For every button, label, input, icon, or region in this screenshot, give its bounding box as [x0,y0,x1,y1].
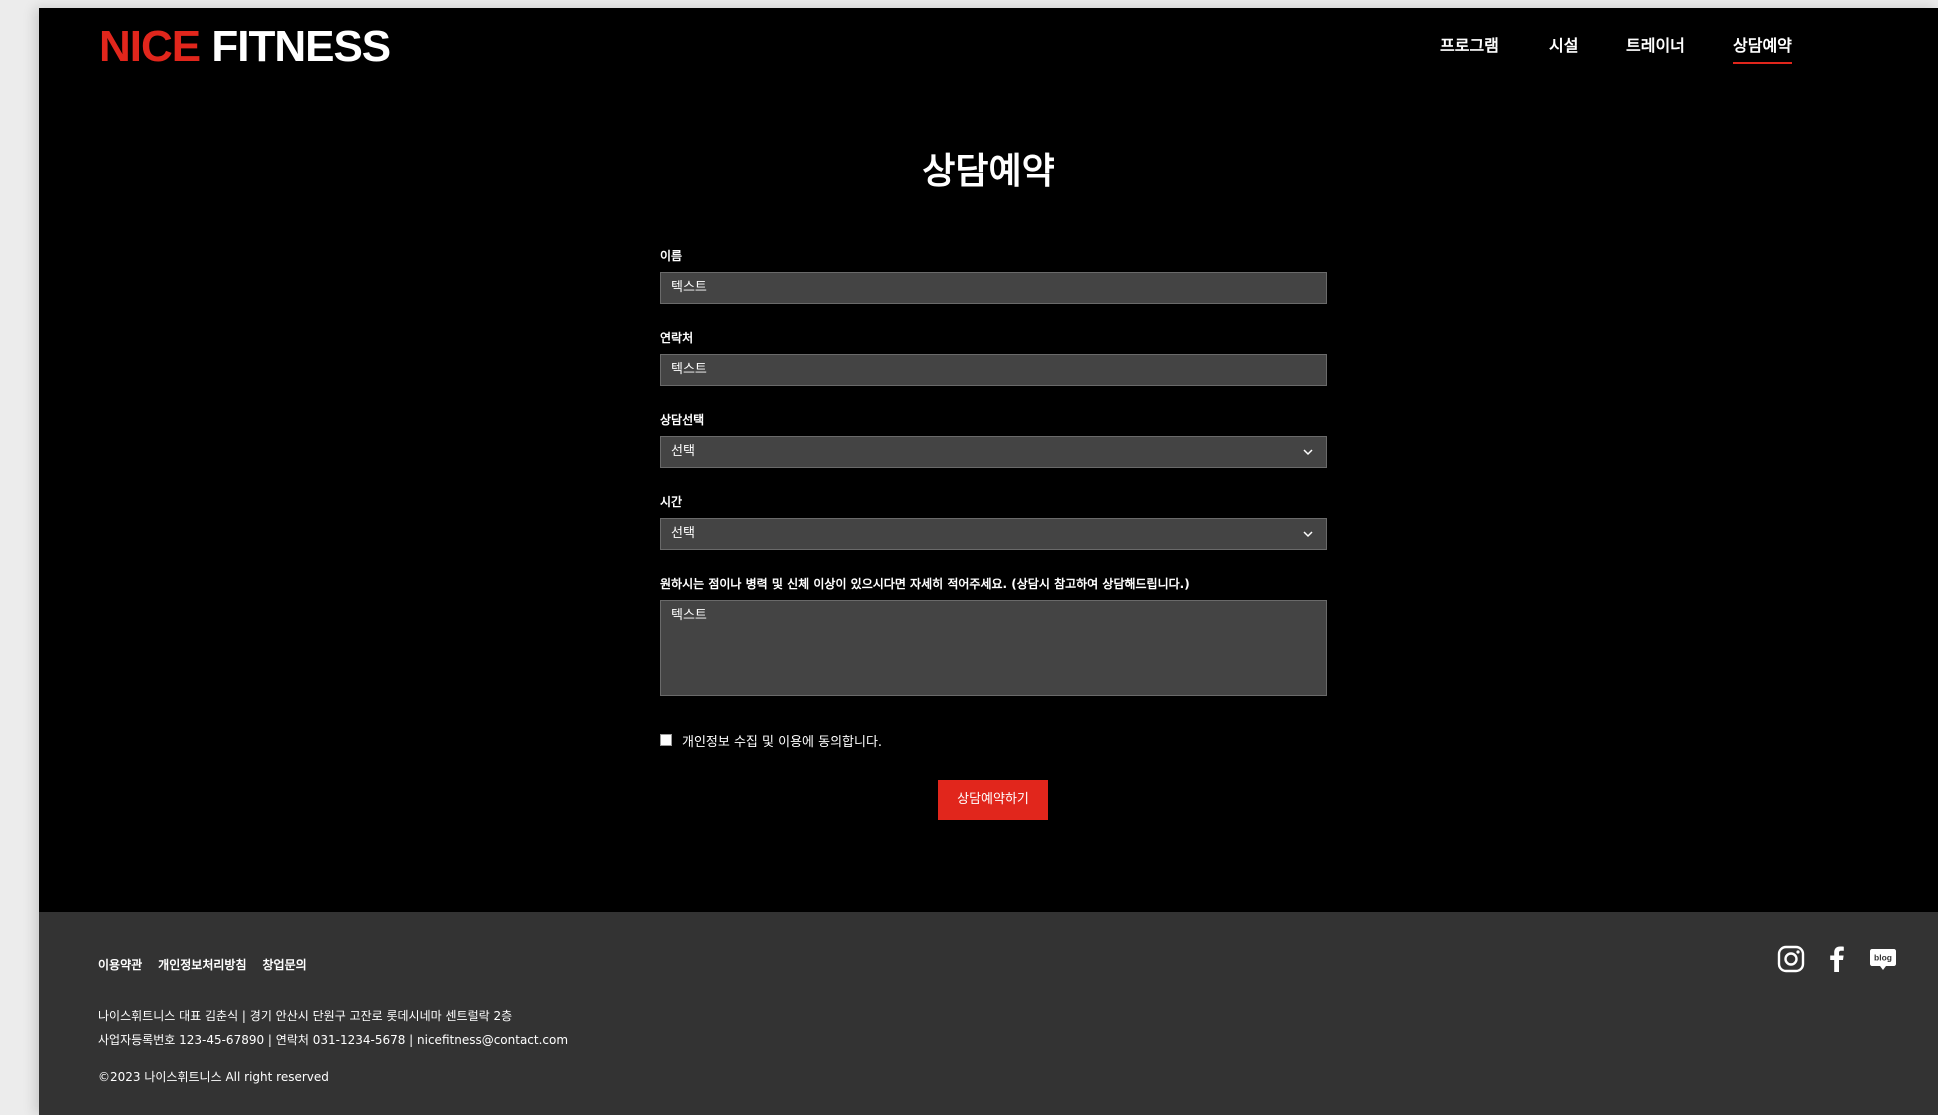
consult-type-field-group: 상담선택 선택 [660,412,1327,468]
logo[interactable]: NICE FITNESS [99,22,391,72]
privacy-agree-checkbox[interactable] [660,734,672,746]
footer: 이용약관 개인정보처리방침 창업문의 나이스휘트니스 대표 김춘식 | 경기 안… [39,912,1938,1115]
nav-item-program[interactable]: 프로그램 [1440,36,1499,56]
chevron-down-icon [1303,531,1313,538]
consult-type-select[interactable]: 선택 [660,436,1327,468]
page-frame: NICE FITNESS 프로그램 시설 트레이너 상담예약 상담예약 이름 텍… [39,8,1938,1115]
footer-info-line-2: 사업자등록번호 123-45-67890 | 연락처 031-1234-5678… [98,1033,569,1047]
footer-link-privacy[interactable]: 개인정보처리방침 [158,956,246,973]
name-input[interactable]: 텍스트 [660,272,1327,304]
page-title: 상담예약 [922,151,1055,192]
footer-link-franchise[interactable]: 창업문의 [263,956,307,973]
name-label: 이름 [660,249,683,263]
notes-label: 원하시는 점이나 병력 및 신체 이상이 있으시다면 자세히 적어주세요. (상… [660,577,1190,591]
social-links: blog [1776,944,1898,974]
logo-fitness: FITNESS [211,22,391,71]
nav-item-facility[interactable]: 시설 [1549,36,1578,56]
contact-label: 연락처 [660,331,694,345]
contact-input[interactable]: 텍스트 [660,354,1327,386]
notes-field-group: 원하시는 점이나 병력 및 신체 이상이 있으시다면 자세히 적어주세요. (상… [660,576,1327,696]
footer-info-line-1: 나이스휘트니스 대표 김춘식 | 경기 안산시 단원구 고잔로 롯데시네마 센트… [98,1009,513,1023]
time-value: 선택 [671,526,695,541]
footer-link-terms[interactable]: 이용약관 [98,956,142,973]
main-nav: 프로그램 시설 트레이너 상담예약 [1438,36,1938,76]
time-label: 시간 [660,495,683,509]
name-field-group: 이름 텍스트 [660,248,1327,304]
privacy-agree-label[interactable]: 개인정보 수집 및 이용에 동의합니다. [682,731,882,750]
time-select[interactable]: 선택 [660,518,1327,550]
footer-copyright: ©2023 나이스휘트니스 All right reserved [98,1070,329,1084]
contact-field-group: 연락처 텍스트 [660,330,1327,386]
notes-textarea[interactable]: 텍스트 [660,600,1327,696]
blog-icon[interactable]: blog [1868,944,1898,974]
footer-company-info: 나이스휘트니스 대표 김춘식 | 경기 안산시 단원구 고잔로 롯데시네마 센트… [98,1004,568,1052]
consult-type-value: 선택 [671,444,695,459]
time-field-group: 시간 선택 [660,494,1327,550]
submit-button[interactable]: 상담예약하기 [938,780,1048,820]
footer-links: 이용약관 개인정보처리방침 창업문의 [98,956,307,973]
nav-item-trainer[interactable]: 트레이너 [1626,36,1685,56]
chevron-down-icon [1303,449,1313,456]
consult-type-label: 상담선택 [660,413,705,427]
instagram-icon[interactable] [1776,944,1806,974]
nav-item-consultation[interactable]: 상담예약 [1733,36,1792,64]
privacy-agree-row[interactable]: 개인정보 수집 및 이용에 동의합니다. [660,730,882,750]
logo-nice: NICE [99,22,201,71]
blog-icon-text: blog [1874,953,1892,963]
facebook-icon[interactable] [1822,944,1852,974]
header: NICE FITNESS 프로그램 시설 트레이너 상담예약 [39,8,1938,88]
